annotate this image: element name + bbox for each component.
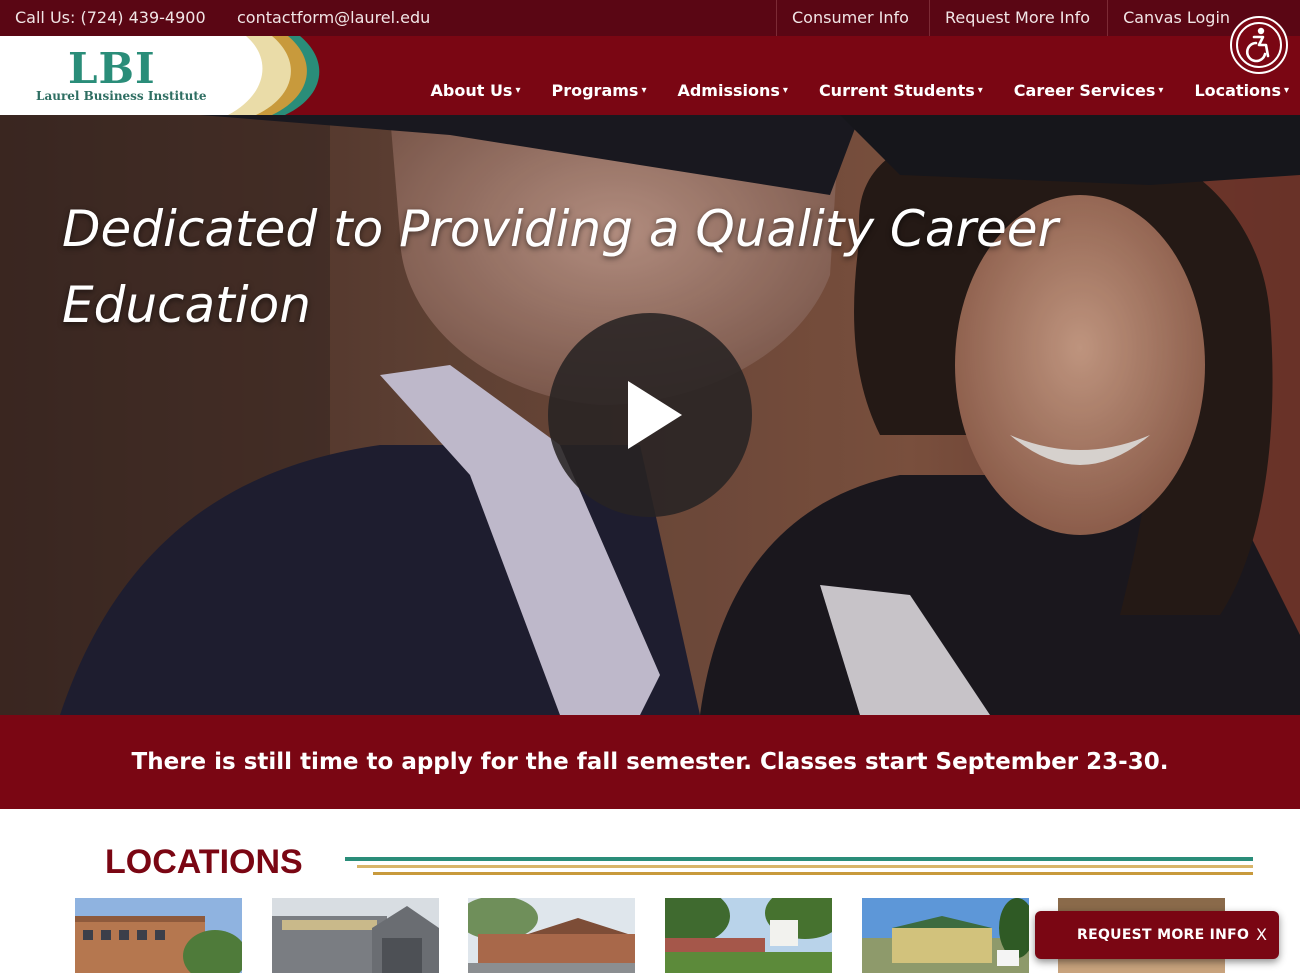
- location-photo[interactable]: [862, 898, 1029, 973]
- location-photo[interactable]: [272, 898, 439, 973]
- nav-admissions[interactable]: Admissions ▾: [677, 81, 787, 100]
- chevron-down-icon: ▾: [782, 85, 788, 96]
- hero-headline: Dedicated to Providing a Quality Career …: [62, 200, 1059, 334]
- top-utility-bar: Call Us: (724) 439-4900 contactform@laur…: [0, 0, 1300, 36]
- locations-heading: LOCATIONS: [105, 843, 303, 881]
- nav-label: Career Services: [1013, 81, 1156, 100]
- nav-label: Current Students: [818, 81, 975, 100]
- logo-mark: LBI: [68, 44, 156, 93]
- chevron-down-icon: ▾: [1283, 85, 1289, 96]
- close-icon[interactable]: X: [1256, 925, 1267, 944]
- nav-label: About Us: [430, 81, 513, 100]
- play-icon: [628, 381, 682, 449]
- chevron-down-icon: ▾: [977, 85, 983, 96]
- nav-career-services[interactable]: Career Services ▾: [1014, 81, 1164, 100]
- play-button[interactable]: [548, 313, 752, 517]
- request-more-info-button[interactable]: REQUEST MORE INFO X: [1035, 911, 1279, 959]
- email-link[interactable]: contactform@laurel.edu: [237, 8, 430, 27]
- nav-about-us[interactable]: About Us ▾: [431, 81, 521, 100]
- location-photo[interactable]: [468, 898, 635, 973]
- main-header: LBI Laurel Business Institute About Us ▾…: [0, 36, 1300, 115]
- accessibility-button[interactable]: [1230, 16, 1288, 74]
- logo-swoosh: [0, 36, 320, 115]
- phone-link[interactable]: Call Us: (724) 439-4900: [15, 8, 206, 27]
- canvas-login-link[interactable]: Canvas Login: [1107, 0, 1247, 36]
- nav-locations[interactable]: Locations ▾: [1194, 81, 1289, 100]
- consumer-info-link[interactable]: Consumer Info: [776, 0, 929, 36]
- nav-label: Locations: [1194, 81, 1281, 100]
- location-photo[interactable]: [665, 898, 832, 973]
- nav-label: Admissions: [677, 81, 780, 100]
- hero-video: Dedicated to Providing a Quality Career …: [0, 115, 1300, 715]
- top-links: Consumer Info Request More Info Canvas L…: [776, 0, 1247, 36]
- chevron-down-icon: ▾: [641, 85, 647, 96]
- request-more-info-link[interactable]: Request More Info: [928, 0, 1107, 36]
- announcement-banner: There is still time to apply for the fal…: [0, 715, 1300, 809]
- accessibility-icon: [1236, 22, 1282, 68]
- chevron-down-icon: ▾: [515, 85, 521, 96]
- request-more-info-label: REQUEST MORE INFO: [1077, 927, 1250, 943]
- main-nav: About Us ▾ Programs ▾ Admissions ▾ Curre…: [400, 81, 1290, 100]
- site-logo[interactable]: LBI Laurel Business Institute: [0, 36, 322, 115]
- location-photo[interactable]: [75, 898, 242, 973]
- nav-label: Programs: [551, 81, 639, 100]
- chevron-down-icon: ▾: [1158, 85, 1164, 96]
- nav-programs[interactable]: Programs ▾: [551, 81, 646, 100]
- nav-current-students[interactable]: Current Students ▾: [819, 81, 983, 100]
- heading-divider: [345, 857, 1253, 877]
- logo-name: Laurel Business Institute: [36, 89, 207, 103]
